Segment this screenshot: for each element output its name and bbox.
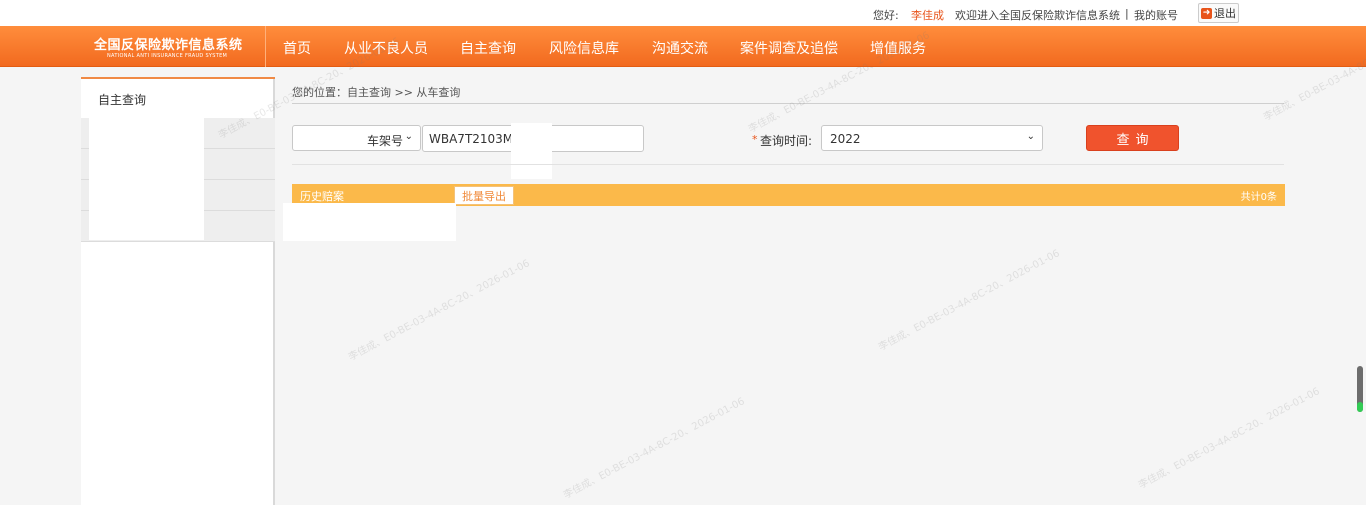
watermark: 李佳成、E0-BE-03-4A-8C-20、2026-01-06 [561,396,747,502]
logout-label: 退出 [1214,7,1236,20]
batch-export-button[interactable]: 批量导出 [454,186,514,205]
breadcrumb: 您的位置：自主查询 >> 从车查询 [292,86,461,99]
sidebar-title: 自主查询 [98,93,147,107]
query-time-label: 查询时间: [760,134,813,148]
nav-item-communication[interactable]: 沟通交流 [652,38,708,58]
sidebar-accent [81,77,275,79]
sidebar: 自主查询 [81,77,275,505]
nav-item-home[interactable]: 首页 [283,38,311,58]
chevron-down-icon: ⌄ [1026,131,1035,142]
field-type-value: 车架号 [367,134,404,148]
nav-item-bad-personnel[interactable]: 从业不良人员 [344,38,428,58]
logo-title: 全国反保险欺诈信息系统 [94,38,243,53]
field-type-select[interactable]: 车架号 ⌄ [292,125,421,151]
my-account-link[interactable]: 我的账号 [1134,7,1178,23]
redacted-area [283,203,456,241]
nav-item-case-investigation[interactable]: 案件调查及追偿 [740,38,838,58]
required-marker: * [752,133,758,146]
watermark: 李佳成、E0-BE-03-4A-8C-20、2026-01-06 [346,258,532,364]
nav-item-value-services[interactable]: 增值服务 [870,38,926,58]
nav-item-self-query[interactable]: 自主查询 [460,38,516,58]
user-bar: 您好: 李佳成 欢迎进入全国反保险欺诈信息系统 | 我的账号 ➜ 退出 [0,0,1366,26]
scroll-indicator [1357,402,1363,412]
welcome-text: 欢迎进入全国反保险欺诈信息系统 [955,9,1120,22]
chevron-down-icon: ⌄ [404,131,413,142]
logout-button[interactable]: ➜ 退出 [1198,3,1239,23]
query-time-select[interactable]: 2022 ⌄ [821,125,1043,151]
results-count: 共计0条 [1240,192,1277,203]
query-time-value: 2022 [830,132,861,146]
watermark: 李佳成、E0-BE-03-4A-8C-20、2026-01-06 [1136,386,1322,492]
divider [292,164,1284,165]
redacted-area [89,118,204,240]
main-nav: 全国反保险欺诈信息系统 NATIONAL ANTI INSURANCE FRAU… [0,26,1366,67]
username-link[interactable]: 李佳成 [911,7,944,23]
logo-subtitle: NATIONAL ANTI INSURANCE FRAUD SYSTEM [107,53,228,59]
redacted-area [511,123,552,179]
watermark: 李佳成、E0-BE-03-4A-8C-20、2026-01-06 [876,248,1062,354]
logout-icon: ➜ [1201,7,1212,19]
results-title: 历史赔案 [300,190,344,203]
divider [292,103,1284,104]
greeting-text: 您好: [873,9,899,22]
query-button[interactable]: 查询 [1086,125,1179,151]
logo[interactable]: 全国反保险欺诈信息系统 NATIONAL ANTI INSURANCE FRAU… [74,26,266,67]
nav-item-risk-library[interactable]: 风险信息库 [549,38,619,58]
separator: | [1125,7,1129,20]
